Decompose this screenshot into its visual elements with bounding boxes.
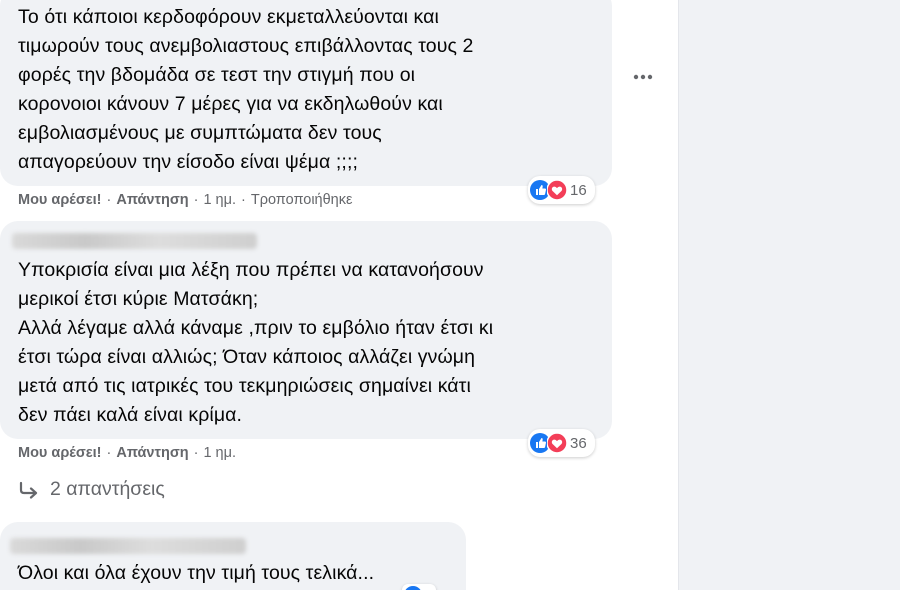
reaction-icons — [530, 180, 567, 200]
comment-bubble: Υποκρισία είναι μια λέξη που πρέπει να κ… — [0, 221, 612, 439]
edited-label: Τροποποιήθηκε — [250, 192, 353, 208]
comments-feed: Το ότι κάποιοι κερδοφόρουν εκμεταλλεύοντ… — [0, 0, 678, 590]
comment-text: Το ότι κάποιοι κερδοφόρουν εκμεταλλεύοντ… — [18, 6, 474, 173]
more-options-icon — [633, 74, 653, 80]
comment-bubble: Όλοι και όλα έχουν την τιμή τους τελικά.… — [0, 522, 466, 590]
commenter-name-redacted[interactable] — [12, 233, 257, 249]
right-sidebar — [678, 0, 900, 590]
love-reaction-icon — [547, 433, 567, 453]
view-replies-link[interactable]: 2 απαντήσεις — [18, 478, 165, 501]
comment-actions: Μου αρέσει! · Απάντηση · 1 ημ. · Τροποποιήθηκε — [18, 192, 353, 208]
like-button[interactable]: Μου αρέσει! — [18, 192, 102, 208]
reaction-icons — [530, 433, 567, 453]
love-reaction-icon — [547, 180, 567, 200]
commenter-name-redacted[interactable] — [10, 538, 246, 554]
reaction-summary[interactable]: 16 — [528, 176, 595, 204]
comment-text: Όλοι και όλα έχουν την τιμή τους τελικά.… — [18, 562, 375, 584]
like-reaction-icon — [405, 586, 421, 590]
reaction-summary[interactable]: 36 — [528, 429, 595, 457]
comment-text: Υποκρισία είναι μια λέξη που πρέπει να κ… — [18, 259, 494, 426]
comment-time[interactable]: 1 ημ. — [203, 445, 236, 461]
comment-actions: Μου αρέσει! · Απάντηση · 1 ημ. — [18, 445, 236, 461]
more-options-button[interactable] — [630, 64, 656, 90]
reply-arrow-icon — [19, 481, 38, 499]
like-button[interactable]: Μου αρέσει! — [18, 445, 102, 461]
reaction-count: 16 — [570, 181, 587, 199]
reaction-summary-partial[interactable] — [402, 584, 436, 590]
reply-button[interactable]: Απάντηση — [116, 192, 188, 208]
reaction-count: 36 — [570, 434, 587, 452]
reply-button[interactable]: Απάντηση — [116, 445, 188, 461]
replies-count-label: 2 απαντήσεις — [50, 478, 165, 500]
comment-time[interactable]: 1 ημ. — [203, 192, 236, 208]
comment-bubble: Το ότι κάποιοι κερδοφόρουν εκμεταλλεύοντ… — [0, 0, 612, 186]
